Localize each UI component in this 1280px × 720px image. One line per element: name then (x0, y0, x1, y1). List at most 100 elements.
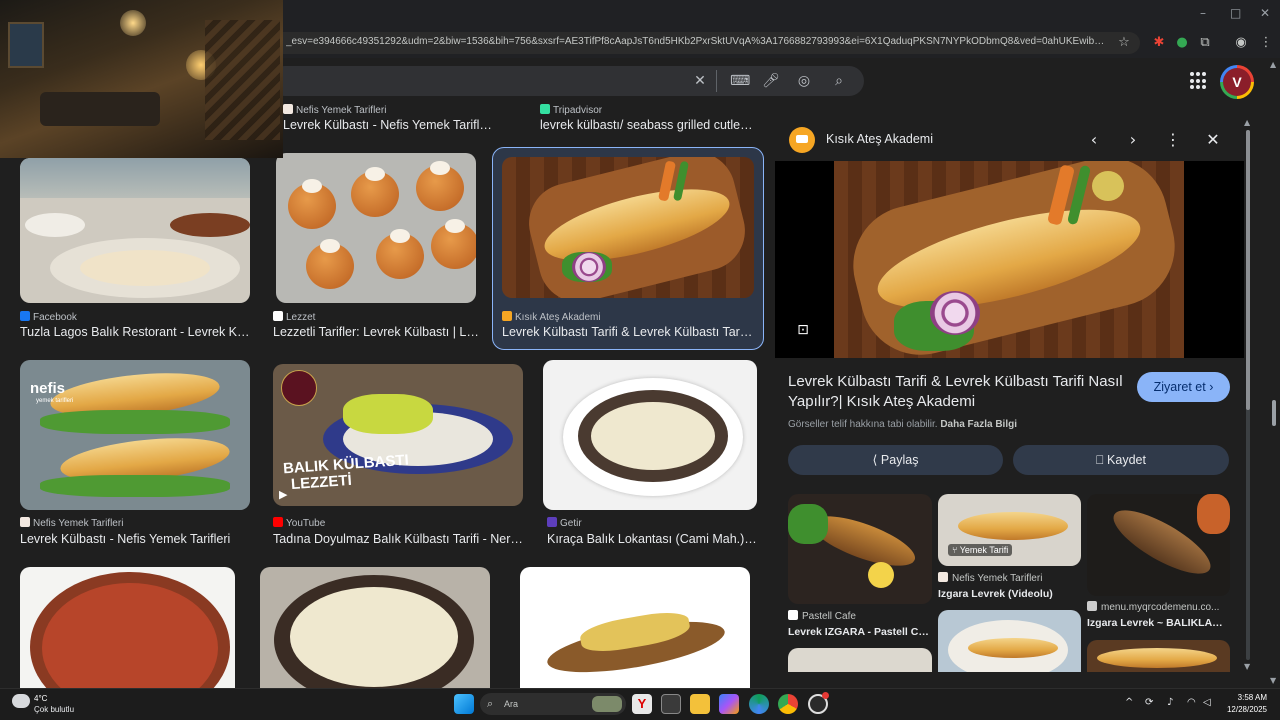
chrome-icon[interactable] (778, 694, 798, 714)
related-image[interactable] (1087, 494, 1230, 596)
extensions-puzzle-icon[interactable]: ⧉ (1196, 34, 1214, 52)
page-scroll-down-icon[interactable]: ▼ (1270, 676, 1276, 685)
panel-scrollbar-thumb[interactable] (1246, 130, 1250, 410)
result-image[interactable] (520, 567, 750, 688)
result-image[interactable] (502, 157, 754, 298)
close-icon[interactable]: ✕ (1203, 130, 1223, 150)
result-video-thumbnail[interactable]: BALIK KÜLBASTI LEZZETİ ▶ (273, 364, 523, 506)
volume-icon[interactable]: ◁ (1203, 697, 1211, 708)
source-name: Nefis Yemek Tarifleri (296, 105, 387, 116)
favicon-icon (273, 311, 283, 321)
clock-time[interactable]: 3:58 AM (1237, 693, 1267, 702)
result-image[interactable] (276, 153, 476, 303)
play-icon: ▶ (279, 489, 288, 501)
clear-search-icon[interactable]: ✕ (691, 72, 709, 90)
lens-search-icon[interactable]: ⊡ (795, 322, 811, 338)
related-image[interactable]: ⑂ Yemek Tarifi (938, 494, 1081, 566)
scroll-down-icon[interactable]: ▼ (1244, 662, 1250, 671)
more-info-link[interactable]: Daha Fazla Bilgi (940, 419, 1017, 430)
search-highlight-icon[interactable] (592, 696, 622, 712)
picture-in-picture-video[interactable] (0, 0, 283, 158)
video-badge: ⑂ Yemek Tarifi (948, 544, 1013, 556)
extension-2-icon[interactable]: ● (1173, 34, 1191, 52)
result-image[interactable] (20, 158, 250, 303)
minimize-icon[interactable]: – (1200, 6, 1206, 20)
related-title[interactable]: Izgara Levrek ~ BALIKLAR ~... (1087, 617, 1230, 629)
result-title[interactable]: Kıraça Balık Lokantası (Cami Mah.) ... (547, 532, 757, 546)
share-button[interactable]: ⟨ Paylaş (788, 445, 1003, 475)
save-button[interactable]: ⎕ Kaydet (1013, 445, 1229, 475)
url-text[interactable]: _esv=e394666c49351292&udm=2&biw=1536&bih… (286, 36, 1106, 47)
result-title[interactable]: levrek külbastı/ seabass grilled cutlet … (540, 118, 755, 132)
source-logo-icon (789, 127, 815, 153)
lens-icon[interactable]: ◎ (795, 72, 813, 90)
start-icon[interactable] (454, 694, 474, 714)
favicon-icon (283, 104, 293, 114)
mic-tray-icon[interactable]: ♪ (1167, 697, 1173, 708)
google-apps-icon[interactable] (1190, 72, 1208, 90)
result-title[interactable]: Levrek Külbastı - Nefis Yemek Tarifleri (283, 118, 493, 132)
scroll-up-icon[interactable]: ▲ (1244, 118, 1250, 127)
related-image[interactable] (1087, 640, 1230, 672)
source-name: Getir (560, 518, 582, 529)
visit-button[interactable]: Ziyaret et › (1137, 372, 1230, 402)
copilot-icon[interactable] (719, 694, 739, 714)
source-name: Kısık Ateş Akademi (515, 312, 601, 323)
clock-date[interactable]: 12/28/2025 (1222, 705, 1267, 714)
detail-title[interactable]: Levrek Külbastı Tarifi & Levrek Külbastı… (788, 372, 1128, 412)
wifi-icon[interactable]: ◠ (1187, 697, 1196, 708)
file-explorer-icon[interactable] (690, 694, 710, 714)
bookmark-star-icon[interactable]: ☆ (1115, 34, 1133, 52)
extension-icon[interactable]: ✱ (1150, 34, 1168, 52)
avatar[interactable]: V (1220, 65, 1254, 99)
weather-temperature[interactable]: 4°C (34, 694, 47, 703)
task-view-icon[interactable] (661, 694, 681, 714)
more-options-icon[interactable]: ⋮ (1163, 130, 1183, 150)
result-image[interactable] (20, 567, 235, 688)
result-title[interactable]: Lezzetli Tarifler: Levrek Külbastı | Le.… (273, 325, 481, 339)
result-title[interactable]: Levrek Külbastı - Nefis Yemek Tarifleri (20, 532, 250, 546)
favicon-icon (788, 610, 798, 620)
related-image[interactable] (788, 648, 932, 672)
panel-source-name[interactable]: Kısık Ateş Akademi (826, 132, 933, 146)
result-title[interactable]: Tadına Doyulmaz Balık Külbastı Tarifi - … (273, 532, 525, 546)
source-name: Facebook (33, 312, 77, 323)
related-title[interactable]: Izgara Levrek (Videolu) (938, 588, 1081, 600)
keyboard-icon[interactable]: ⌨ (730, 72, 750, 90)
main-preview-image[interactable] (775, 161, 1244, 358)
result-image[interactable]: nefis yemek tarifleri (20, 360, 250, 510)
result-title[interactable]: Levrek Külbastı Tarifi & Levrek Külbastı… (502, 325, 754, 339)
favicon-icon (273, 517, 283, 527)
share-label: Paylaş (880, 453, 919, 467)
search-icon[interactable]: ⌕ (830, 72, 848, 90)
search-divider (716, 70, 717, 92)
related-image[interactable] (938, 610, 1081, 672)
yandex-icon[interactable]: Y (632, 694, 652, 714)
network-sync-icon[interactable]: ⟳ (1145, 697, 1153, 708)
favicon-icon (938, 572, 948, 582)
edge-icon[interactable] (749, 694, 769, 714)
result-source: Getir (547, 517, 582, 529)
result-image[interactable] (543, 360, 757, 510)
microphone-icon[interactable]: 🎤︎ (762, 72, 780, 90)
tray-chevron-icon[interactable]: ^ (1125, 697, 1133, 708)
favicon-icon (540, 104, 550, 114)
result-title[interactable]: Tuzla Lagos Balık Restorant - Levrek Kül… (20, 325, 250, 339)
close-window-icon[interactable]: ✕ (1260, 6, 1270, 20)
profile-icon[interactable]: ◉ (1232, 34, 1250, 52)
maximize-icon[interactable]: □ (1230, 6, 1241, 20)
next-icon[interactable]: › (1123, 130, 1143, 150)
page-scrollbar-thumb[interactable] (1272, 400, 1276, 426)
result-image[interactable] (260, 567, 490, 688)
favicon-icon (1087, 601, 1097, 611)
weather-description[interactable]: Çok bulutlu (34, 705, 74, 714)
related-image[interactable] (788, 494, 932, 604)
related-title[interactable]: Levrek IZGARA - Pastell Cafe (788, 626, 932, 638)
browser-menu-icon[interactable]: ⋮ (1257, 34, 1275, 52)
recording-indicator-icon (822, 692, 829, 699)
favicon-icon (502, 311, 512, 321)
cloud-icon[interactable] (12, 694, 30, 708)
previous-icon[interactable]: ‹ (1084, 130, 1104, 150)
source-name: YouTube (286, 518, 326, 529)
page-scroll-up-icon[interactable]: ▲ (1270, 60, 1276, 69)
